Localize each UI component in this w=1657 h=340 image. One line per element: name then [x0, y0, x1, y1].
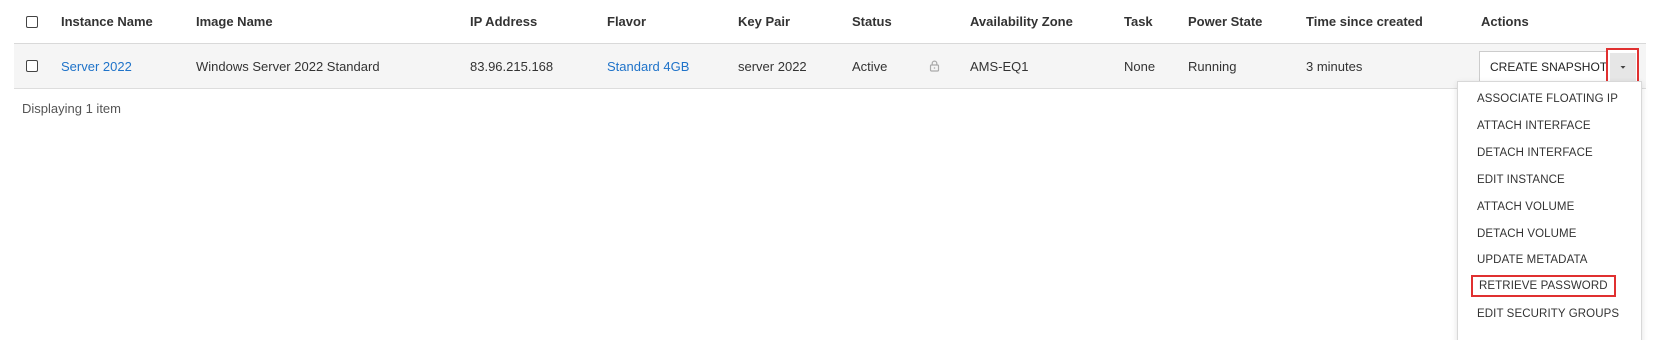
instance-name-link[interactable]: Server 2022 [61, 44, 132, 88]
image-name-value: Windows Server 2022 Standard [196, 58, 380, 74]
header-time-since-created[interactable]: Time since created [1306, 0, 1423, 43]
header-status[interactable]: Status [852, 0, 892, 43]
menu-item-detach-volume[interactable]: DETACH VOLUME [1477, 223, 1577, 245]
header-instance-name[interactable]: Instance Name [61, 0, 153, 43]
header-power-state[interactable]: Power State [1188, 0, 1262, 43]
row-checkbox[interactable] [26, 60, 38, 72]
menu-item-edit-instance[interactable]: EDIT INSTANCE [1477, 169, 1565, 191]
flavor-link[interactable]: Standard 4GB [607, 44, 689, 88]
create-snapshot-button[interactable]: CREATE SNAPSHOT [1479, 51, 1619, 82]
time-since-created-value: 3 minutes [1306, 58, 1363, 74]
header-task[interactable]: Task [1124, 0, 1153, 43]
header-image-name[interactable]: Image Name [196, 0, 273, 43]
header-key-pair[interactable]: Key Pair [738, 0, 790, 43]
power-state-value: Running [1188, 58, 1237, 74]
caret-down-icon [1609, 53, 1636, 81]
menu-item-attach-volume[interactable]: ATTACH VOLUME [1477, 196, 1574, 218]
header-actions: Actions [1481, 14, 1529, 29]
key-pair-value: server 2022 [738, 58, 807, 74]
menu-item-attach-interface[interactable]: ATTACH INTERFACE [1477, 115, 1591, 137]
actions-dropdown-menu: ASSOCIATE FLOATING IP ATTACH INTERFACE D… [1457, 81, 1642, 340]
header-availability-zone[interactable]: Availability Zone [970, 0, 1073, 43]
menu-item-detach-interface[interactable]: DETACH INTERFACE [1477, 142, 1593, 164]
menu-item-edit-security-groups[interactable]: EDIT SECURITY GROUPS [1477, 303, 1619, 325]
table-header: Instance Name Image Name IP Address Flav… [14, 0, 1646, 44]
select-all-checkbox-cell [26, 0, 38, 43]
task-value: None [1124, 58, 1156, 74]
menu-item-update-metadata[interactable]: UPDATE METADATA [1477, 249, 1588, 271]
header-flavor[interactable]: Flavor [607, 0, 646, 43]
header-ip-address[interactable]: IP Address [470, 0, 537, 43]
ip-address-value: 83.96.215.168 [470, 58, 554, 74]
instances-table: Instance Name Image Name IP Address Flav… [0, 0, 1657, 340]
menu-item-retrieve-password[interactable]: RETRIEVE PASSWORD [1471, 275, 1616, 297]
menu-item-associate-floating-ip[interactable]: ASSOCIATE FLOATING IP [1477, 88, 1618, 110]
row-checkbox-cell [26, 44, 38, 88]
select-all-checkbox[interactable] [26, 15, 38, 28]
table-row: Server 2022 Windows Server 2022 Standard… [14, 44, 1646, 89]
table-footer-count: Displaying 1 item [22, 101, 121, 116]
lock-icon [929, 44, 940, 88]
status-value: Active [852, 58, 888, 74]
availability-zone-value: AMS-EQ1 [970, 58, 1029, 74]
